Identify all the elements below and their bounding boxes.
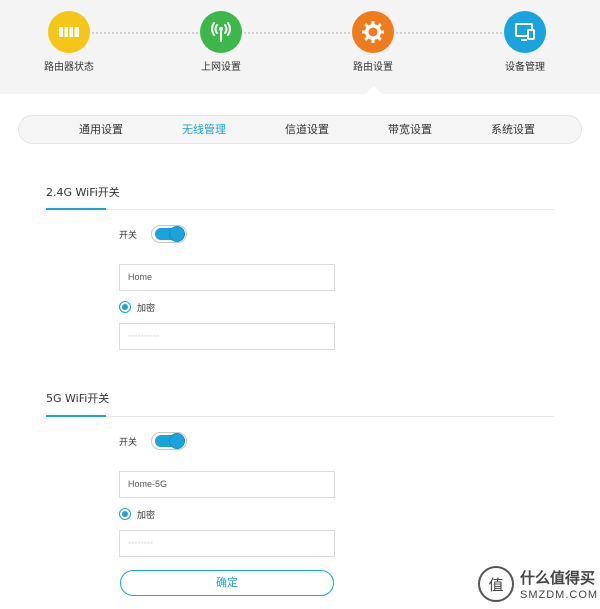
switch-label: 开关 — [119, 438, 138, 448]
wifi24-password-input[interactable]: •••••••••• — [119, 323, 335, 350]
wifi24-toggle[interactable] — [151, 225, 187, 243]
tab-general[interactable]: 通用设置 — [61, 116, 141, 143]
watermark-logo-glyph: 值 — [488, 575, 504, 594]
wifi5-toggle[interactable] — [151, 432, 187, 450]
signal-tower-icon — [200, 11, 242, 53]
step-device-management[interactable]: 设备管理 — [480, 11, 570, 73]
watermark-text: 什么值得买 — [520, 569, 596, 587]
step-routing-settings[interactable]: 路由设置 — [328, 11, 418, 73]
switch-label: 开关 — [119, 231, 138, 241]
step-internet-settings[interactable]: 上网设置 — [176, 11, 266, 73]
section-accent — [46, 415, 106, 417]
encrypt-label: 加密 — [137, 304, 156, 314]
tab-wireless[interactable]: 无线管理 — [164, 116, 244, 143]
section-accent — [46, 208, 106, 210]
step-navigation: 路由器状态 上网设置 路由设置 设备管理 — [0, 0, 600, 94]
section-title-24g: 2.4G WiFi开关 — [46, 186, 120, 199]
wifi24-encrypt-radio[interactable] — [119, 301, 131, 313]
step-label: 上网设置 — [201, 62, 241, 73]
wifi5-password-input[interactable]: •••••••• — [119, 530, 335, 557]
step-label: 路由设置 — [353, 62, 393, 73]
toggle-knob — [169, 226, 185, 242]
tab-channel[interactable]: 信道设置 — [267, 116, 347, 143]
watermark-logo: 值 — [478, 566, 514, 602]
router-status-icon — [48, 11, 90, 53]
tab-system[interactable]: 系统设置 — [473, 116, 553, 143]
device-monitor-icon — [504, 11, 546, 53]
encrypt-label: 加密 — [137, 511, 156, 521]
wifi24-ssid-input[interactable]: Home — [119, 264, 335, 291]
step-label: 路由器状态 — [44, 62, 94, 73]
settings-tabs: 通用设置 无线管理 信道设置 带宽设置 系统设置 — [18, 115, 582, 144]
radio-dot — [122, 304, 128, 310]
step-router-status[interactable]: 路由器状态 — [24, 11, 114, 73]
section-title-5g: 5G WiFi开关 — [46, 392, 110, 405]
tab-bandwidth[interactable]: 带宽设置 — [370, 116, 450, 143]
gear-icon — [352, 11, 394, 53]
radio-dot — [122, 511, 128, 517]
wifi5-ssid-input[interactable]: Home-5G — [119, 471, 335, 498]
section-divider — [46, 416, 554, 417]
step-label: 设备管理 — [505, 62, 545, 73]
wifi5-encrypt-radio[interactable] — [119, 508, 131, 520]
confirm-button[interactable]: 确定 — [120, 570, 334, 596]
section-divider — [46, 209, 554, 210]
toggle-knob — [169, 433, 185, 449]
watermark-domain: SMZDM.COM — [520, 589, 599, 601]
active-step-pointer — [366, 86, 382, 94]
